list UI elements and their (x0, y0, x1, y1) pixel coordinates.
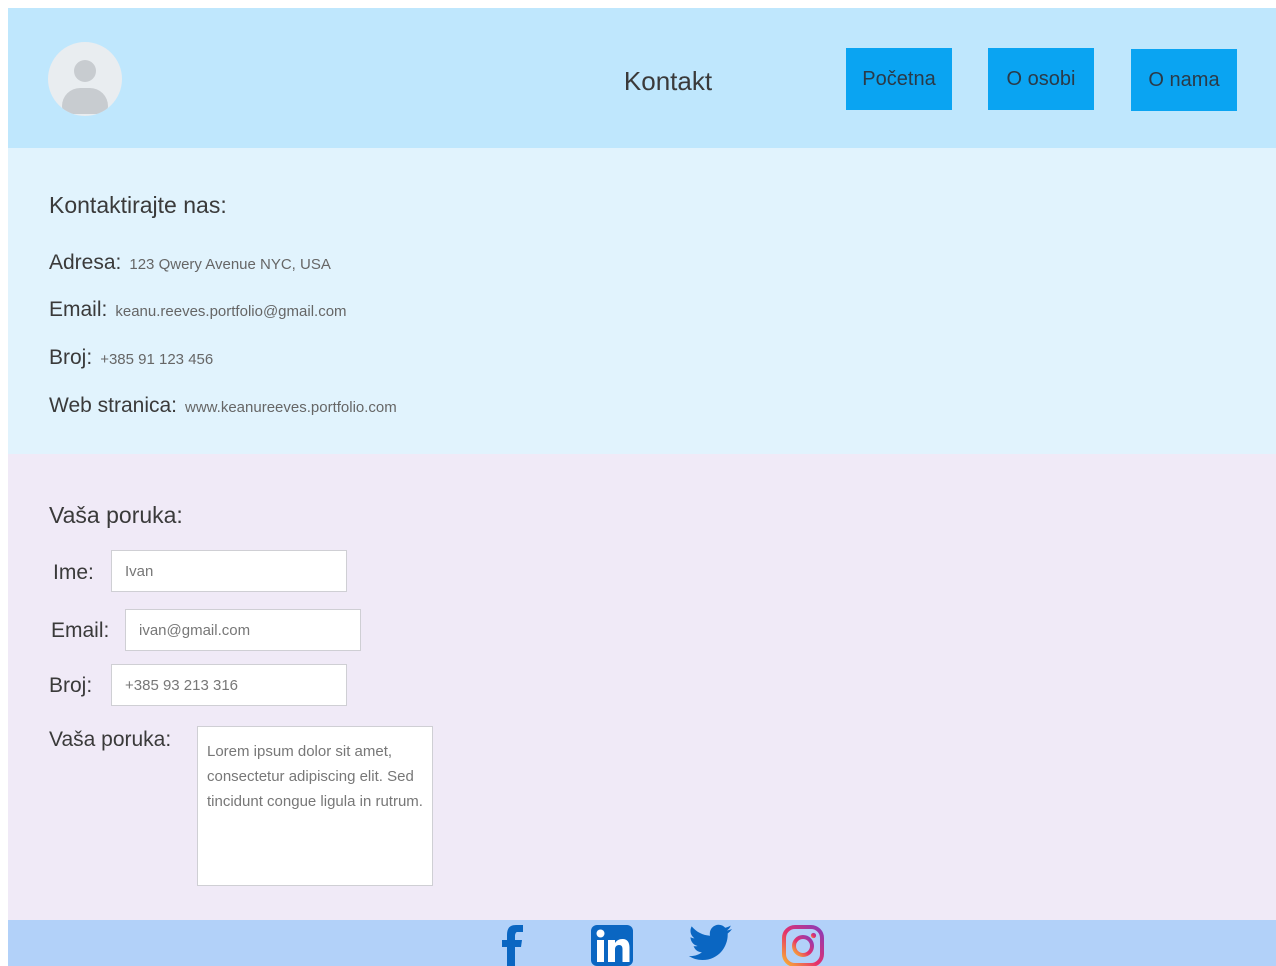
phone-label: Broj: (49, 674, 93, 697)
contact-email-value: keanu.reeves.portfolio@gmail.com (115, 303, 347, 320)
contact-section-title: Kontaktirajte nas: (49, 192, 227, 218)
message-label: Vaša poruka: (49, 728, 172, 751)
nav-button-about-person[interactable]: O osobi (988, 48, 1094, 110)
avatar-body-shape (62, 88, 108, 114)
page: Kontakt Početna O osobi O nama Kontaktir… (8, 8, 1276, 966)
contact-phone-label: Broj: (49, 346, 93, 369)
contact-address-row: Adresa: 123 Qwery Avenue NYC, USA (49, 251, 331, 275)
message-textarea[interactable]: Lorem ipsum dolor sit amet, consectetur … (197, 726, 433, 886)
contact-address-value: 123 Qwery Avenue NYC, USA (129, 256, 331, 273)
name-label: Ime: (53, 561, 94, 584)
contact-info-section: Kontaktirajte nas: Adresa: 123 Qwery Aven… (8, 148, 1276, 454)
contact-phone-value: +385 91 123 456 (100, 351, 214, 368)
avatar (48, 42, 122, 116)
contact-address-label: Adresa: (49, 251, 122, 274)
twitter-icon[interactable] (687, 924, 733, 964)
contact-website-label: Web stranica: (49, 394, 177, 417)
phone-input[interactable] (111, 664, 347, 706)
nav-button-home[interactable]: Početna (846, 48, 952, 110)
footer (8, 920, 1276, 966)
contact-email-label: Email: (49, 298, 108, 321)
contact-phone-row: Broj: +385 91 123 456 (49, 346, 213, 370)
email-label: Email: (51, 619, 110, 642)
contact-email-row: Email: keanu.reeves.portfolio@gmail.com (49, 298, 347, 322)
header: Kontakt Početna O osobi O nama (8, 8, 1276, 148)
instagram-icon[interactable] (781, 924, 825, 966)
facebook-icon[interactable] (498, 924, 528, 966)
name-input[interactable] (111, 550, 347, 592)
avatar-head-shape (74, 60, 96, 82)
page-title: Kontakt (623, 66, 713, 96)
form-section-title: Vaša poruka: (49, 502, 183, 528)
nav-button-about-us[interactable]: O nama (1131, 49, 1237, 111)
contact-website-value: www.keanureeves.portfolio.com (185, 399, 397, 416)
email-input[interactable] (125, 609, 361, 651)
linkedin-icon[interactable] (590, 924, 634, 966)
contact-website-row: Web stranica: www.keanureeves.portfolio.c… (49, 394, 397, 418)
message-form: Vaša poruka: Ime: Email: Broj: Vaša poru… (8, 454, 1276, 920)
